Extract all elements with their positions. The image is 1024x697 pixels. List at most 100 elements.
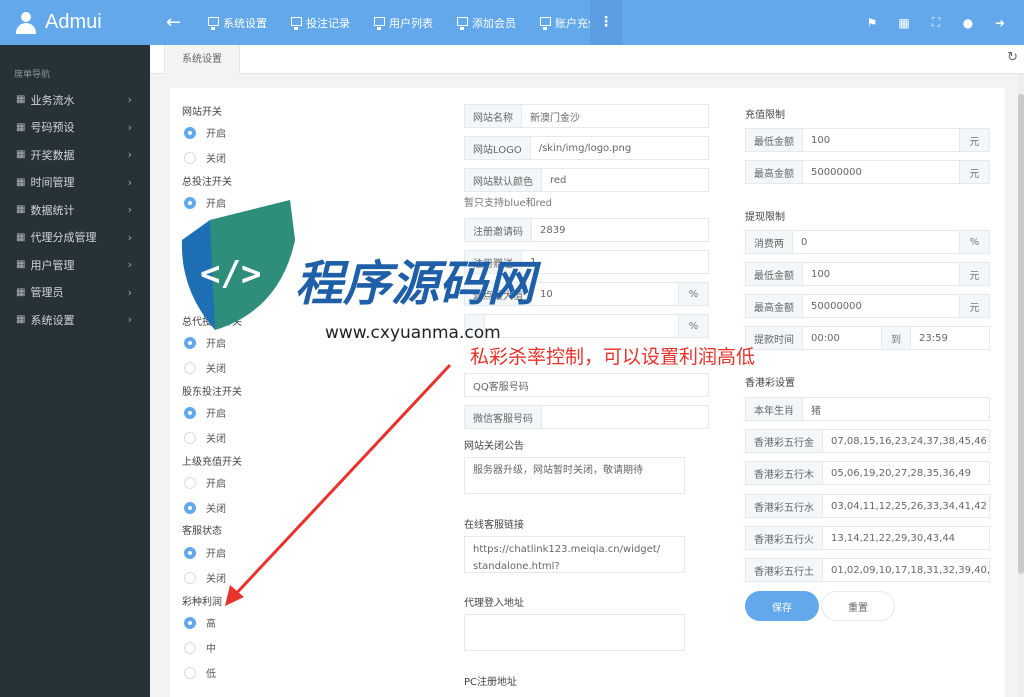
agent-bet-switch-label: 总代投注开关 [182,317,242,328]
radio-dot [184,476,196,489]
sitemap-icon: ▦ [16,149,26,161]
reset-button[interactable]: 重置 [821,591,895,621]
notice-textarea[interactable]: 服务器升级，网站暂时关闭，敬请期待 [464,457,685,494]
user-icon[interactable]: ● [952,16,984,30]
customer-status-label: 客服状态 [182,526,222,537]
user-logo-icon [14,11,38,35]
hk-metal-field[interactable]: 香港彩五行金 07,08,15,16,23,24,37,38,45,46 [745,429,990,453]
sidebar-item-time-management[interactable]: ▦ 时间管理 › [0,169,150,197]
hk-water-field[interactable]: 香港彩五行水 03,04,11,12,25,26,33,34,41,42 [745,494,990,518]
monitor-icon [208,17,219,30]
percent-field[interactable]: % [464,314,709,338]
recharge-min-field[interactable]: 最低金额 100 元 [745,128,990,152]
customer-status-off[interactable]: 关闭 [184,570,226,585]
radio-dot [184,196,196,209]
sidebar-item-business-flow[interactable]: ▦ 业务流水 › [0,86,150,114]
site-name-field[interactable]: 网站名称 新澳门金沙 [464,104,709,128]
radio-dot [184,501,196,514]
recharge-max-field[interactable]: 最高金额 50000000 元 [745,160,990,184]
tab-bar: 系统设置 ↻ [150,45,1024,74]
monitor-icon [374,17,385,30]
profit-high[interactable]: 高 [184,615,216,630]
radio-dot [184,431,196,444]
agent-bet-switch-off[interactable]: 关闭 [184,360,226,375]
invite-code-field[interactable]: 注册邀请码 2839 [464,218,709,242]
upper-recharge-switch-on[interactable]: 开启 [184,475,226,490]
hk-zodiac-field[interactable]: 本年生肖猪 [745,397,990,421]
radio-dot [184,666,196,679]
page-scrollbar[interactable] [1018,74,1024,697]
topnav-add-member[interactable]: 添加会员 [457,0,516,45]
withdraw-max-field[interactable]: 最高金额 50000000 元 [745,294,990,318]
logout-icon[interactable]: ➜ [984,16,1016,30]
back-arrow-icon[interactable]: ← [166,0,181,45]
fullscreen-icon[interactable]: ⛶ [920,15,952,30]
website-switch-off[interactable]: 关闭 [184,150,226,165]
save-button[interactable]: 保存 [745,591,819,621]
site-logo-field[interactable]: 网站LOGO/skin/img/logo.png [464,136,709,160]
total-bet-switch-on[interactable]: 开启 [184,195,226,210]
customer-status-on[interactable]: 开启 [184,545,226,560]
color-hint: 暂只支持blue和red [464,198,553,209]
recharge-title: 充值限制 [745,110,785,121]
agent-bet-switch-on[interactable]: 开启 [184,335,226,350]
site-color-field[interactable]: 网站默认颜色 red [464,168,709,192]
sidebar-item-number-preset[interactable]: ▦ 号码预设 › [0,114,150,142]
tab-system-settings[interactable]: 系统设置 [164,45,240,74]
sidebar-item-system-settings[interactable]: ▦ 系统设置 › [0,306,150,334]
sitemap-icon: ▦ [16,121,26,133]
radio-dot [184,336,196,349]
sitemap-icon: ▦ [16,314,26,326]
upper-recharge-switch-off[interactable]: 关闭 [184,500,226,515]
calculator-icon[interactable]: ▦ [888,16,920,30]
shareholder-switch-off[interactable]: 关闭 [184,430,226,445]
radio-dot [184,641,196,654]
monitor-icon [457,17,468,30]
chevron-right-icon: › [127,285,132,299]
qq-field[interactable]: QQ客服号码 [464,373,709,397]
chevron-right-icon: › [127,258,132,272]
withdraw-min-field[interactable]: 最低金额 100 元 [745,262,990,286]
sidebar-item-admins[interactable]: ▦ 管理员 › [0,279,150,307]
sidebar-item-draw-data[interactable]: ▦ 开奖数据 › [0,141,150,169]
hk-fire-field[interactable]: 香港彩五行火 13,14,21,22,29,30,43,44 [745,526,990,550]
profit-low[interactable]: 低 [184,665,216,680]
wechat-field[interactable]: 微信客服号码 [464,405,709,429]
agent-login-textarea[interactable] [464,614,685,651]
topnav-bet-records[interactable]: 投注记录 [291,0,350,45]
hk-wood-field[interactable]: 香港彩五行木 05,06,19,20,27,28,35,36,49 [745,461,990,485]
monitor-icon [540,17,551,30]
total-bet-switch-label: 总投注开关 [182,177,232,188]
withdraw-fee-field[interactable]: 消费两 0% [745,230,990,254]
chevron-right-icon: › [127,148,132,162]
brand[interactable]: Admui [0,0,150,45]
more-vertical-icon[interactable]: ⋮ [590,0,622,45]
sidebar-item-user-management[interactable]: ▦ 用户管理 › [0,251,150,279]
bell-icon[interactable]: ⚑ [856,16,888,30]
radio-dot [184,571,196,584]
sidebar-item-agent-share[interactable]: ▦ 代理分成管理 › [0,224,150,252]
chevron-right-icon: › [127,313,132,327]
topnav-user-list[interactable]: 用户列表 [374,0,433,45]
pc-register-label: PC注册地址 [464,677,518,688]
withdraw-time-field[interactable]: 提款时间 00:00 到 23:59 [745,326,990,350]
withdraw-title: 提现限制 [745,212,785,223]
refresh-icon[interactable]: ↻ [1007,50,1018,65]
online-service-textarea[interactable]: https://chatlink123.meiqia.cn/widget/sta… [464,536,685,573]
radio-dot [184,616,196,629]
scrollbar-thumb[interactable] [1018,94,1024,574]
profit-mid[interactable]: 中 [184,640,216,655]
radio-dot [184,126,196,139]
radio-dot [184,151,196,164]
sitemap-icon: ▦ [16,259,26,271]
register-gift-field[interactable]: 注册赠送 1 [464,250,709,274]
agent-login-label: 代理登入地址 [464,598,524,609]
topnav-system-settings[interactable]: 系统设置 [208,0,267,45]
rebate-max-field[interactable]: 返点最大值 10% [464,282,709,306]
shareholder-switch-on[interactable]: 开启 [184,405,226,420]
hk-earth-field[interactable]: 香港彩五行土 01,02,09,10,17,18,31,32,39,40, [745,558,990,582]
website-switch-on[interactable]: 开启 [184,125,226,140]
sidebar-item-statistics[interactable]: ▦ 数据统计 › [0,196,150,224]
website-switch-label: 网站开关 [182,107,222,118]
sitemap-icon: ▦ [16,176,26,188]
